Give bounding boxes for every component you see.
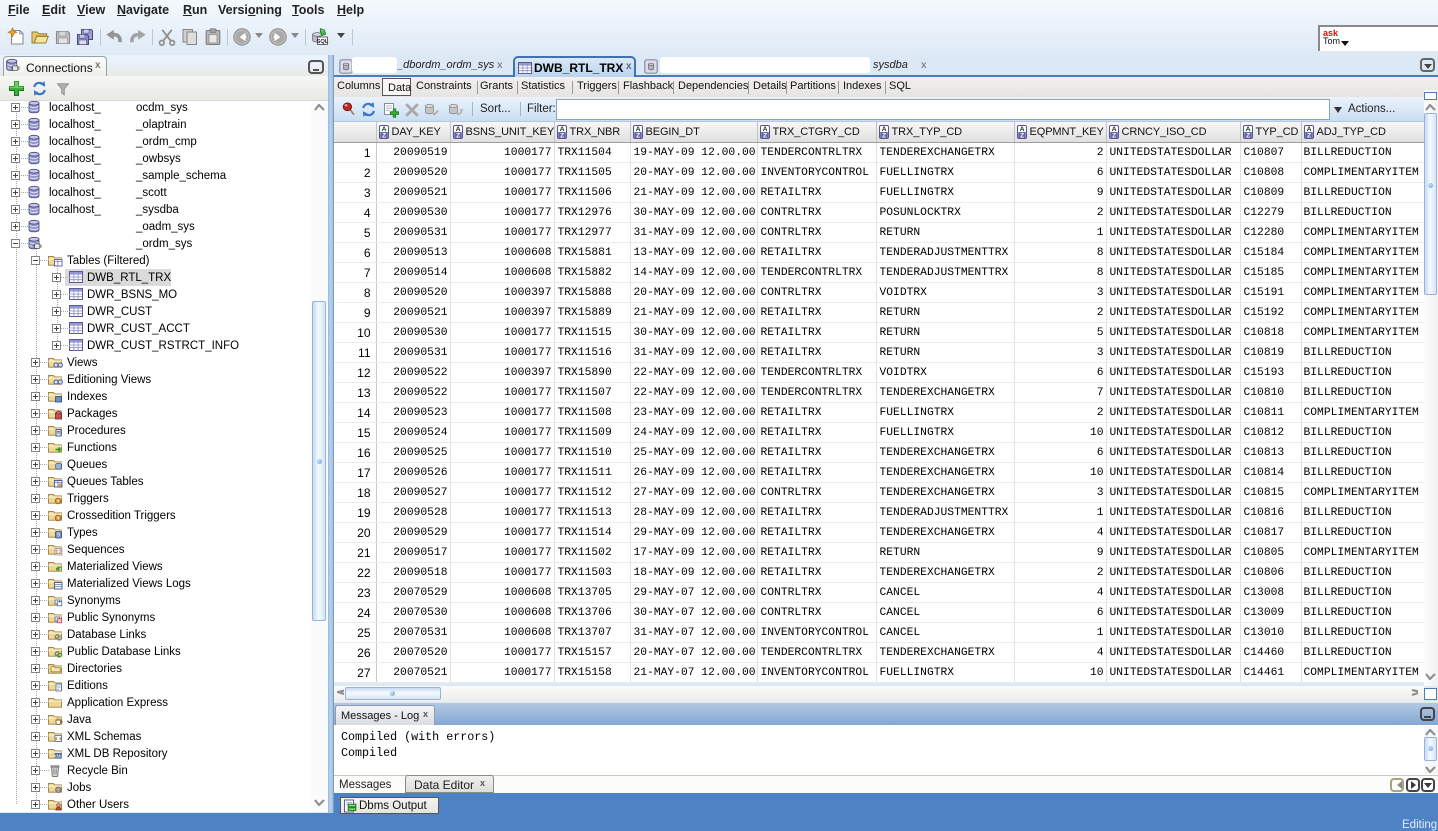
svg-text:SQL: SQL [317, 39, 329, 45]
svg-text:Z: Z [382, 132, 386, 139]
svg-text:Z: Z [1112, 132, 1116, 139]
svg-text:Z: Z [636, 132, 640, 139]
svg-text:Z: Z [456, 132, 460, 139]
svg-text:Z: Z [1246, 132, 1250, 139]
svg-text:12: 12 [55, 550, 62, 556]
svg-text:Z: Z [882, 132, 886, 139]
svg-text:Z: Z [1307, 132, 1311, 139]
svg-text:Z: Z [560, 132, 564, 139]
svg-text:9: 9 [57, 533, 60, 539]
svg-text:XML: XML [53, 753, 63, 758]
svg-text:Z: Z [1020, 132, 1024, 139]
svg-text:Z: Z [763, 132, 767, 139]
